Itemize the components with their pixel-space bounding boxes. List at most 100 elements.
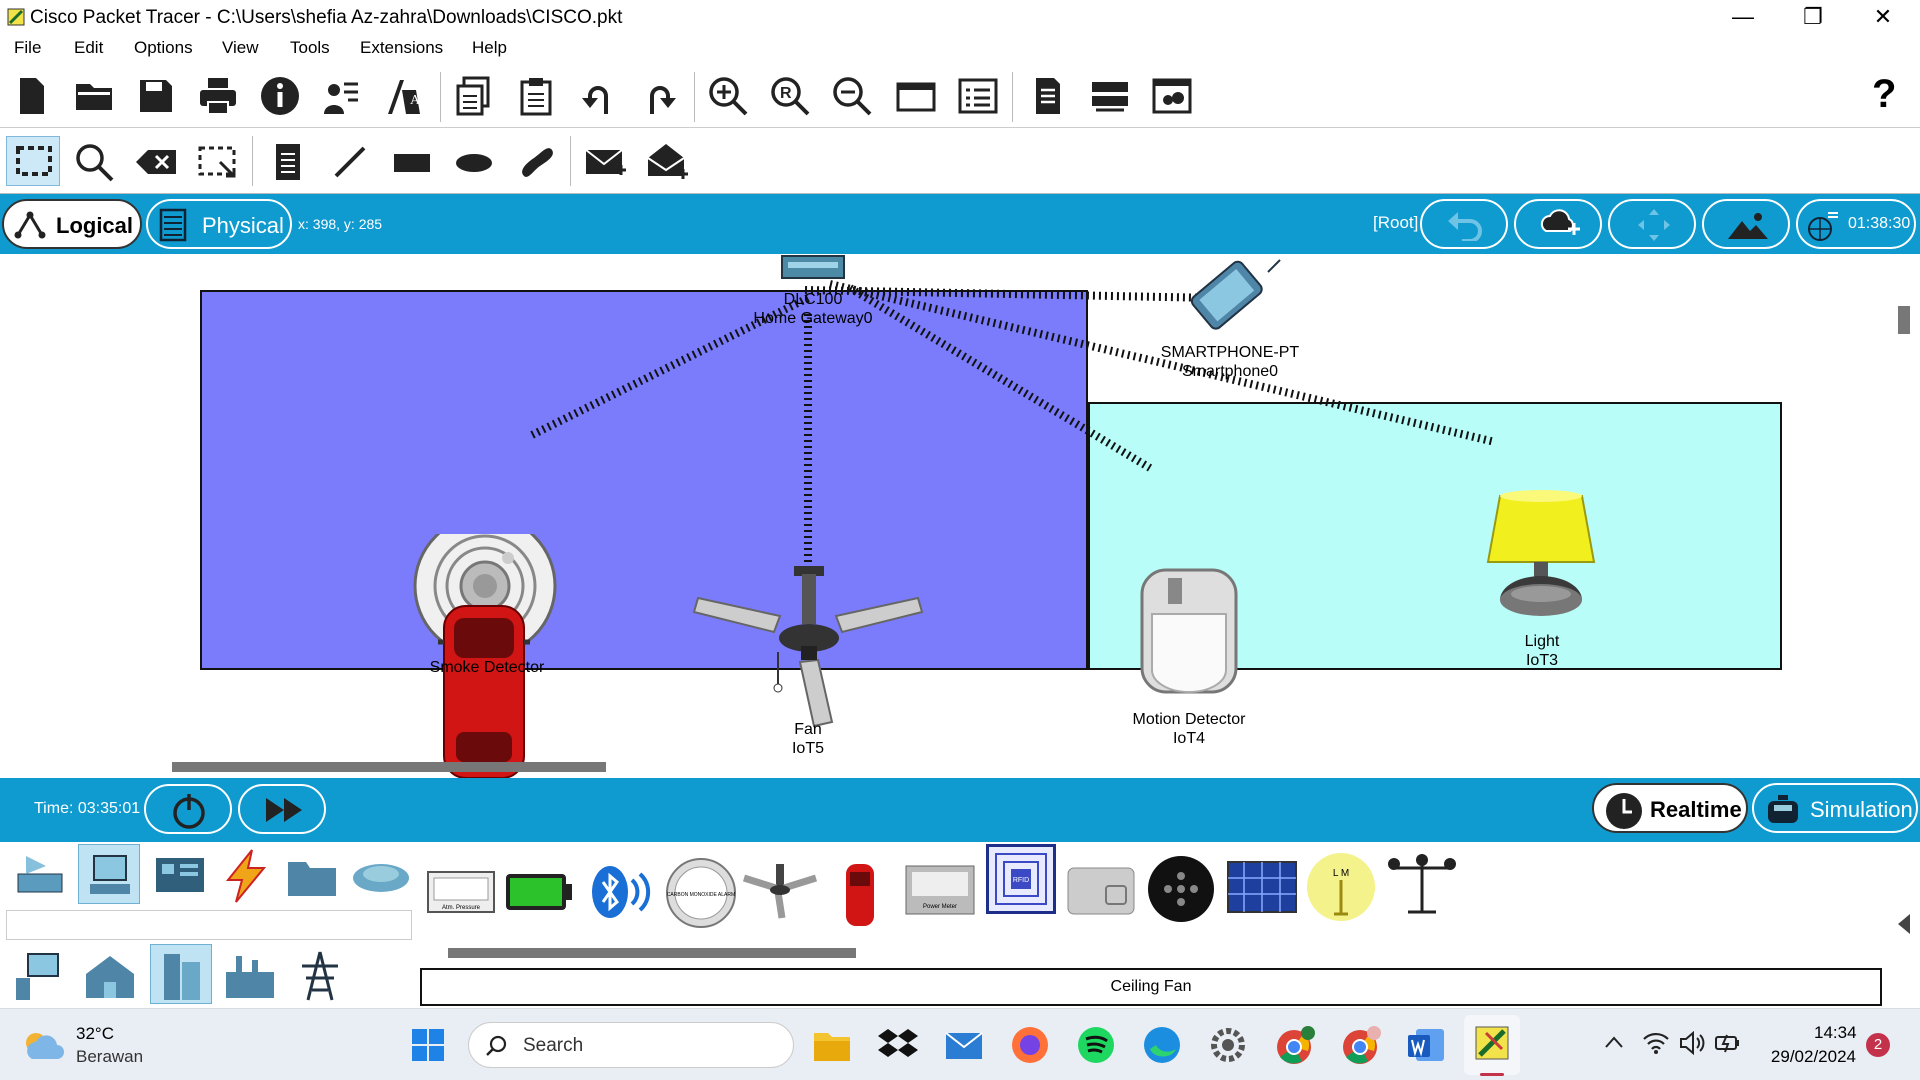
ellipse-icon[interactable] <box>452 140 496 184</box>
miscellaneous-icon[interactable] <box>284 848 340 904</box>
windows-start-icon[interactable] <box>410 1027 446 1063</box>
mail-icon[interactable] <box>944 1029 984 1061</box>
realtime-mode-tab[interactable]: Realtime <box>1592 783 1748 833</box>
taskbar-search-box[interactable]: Search <box>468 1022 794 1068</box>
air-pressure-sensor-icon[interactable]: Atm. Pressure <box>426 870 496 914</box>
restore-button[interactable]: ❐ <box>1778 0 1848 34</box>
connections-icon[interactable] <box>218 848 274 904</box>
car-device[interactable] <box>438 602 530 778</box>
motion-detector-device[interactable] <box>1138 566 1240 696</box>
view-command-log-icon[interactable] <box>1026 74 1070 118</box>
chrome-icon[interactable] <box>1274 1025 1318 1065</box>
logical-tab[interactable]: Logical <box>2 199 142 249</box>
ipc-icon[interactable] <box>1150 74 1194 118</box>
horizontal-scrollbar[interactable] <box>172 762 606 772</box>
components-icon[interactable] <box>152 848 208 904</box>
end-devices-sub-icon[interactable] <box>12 948 68 1004</box>
settings-icon[interactable] <box>1208 1025 1248 1065</box>
info-icon[interactable] <box>258 74 302 118</box>
car-icon[interactable] <box>842 860 878 930</box>
print-icon[interactable] <box>196 74 240 118</box>
simulation-mode-tab[interactable]: Simulation <box>1752 783 1918 833</box>
dropbox-icon[interactable] <box>878 1027 918 1063</box>
end-devices-icon[interactable] <box>82 848 138 904</box>
custom-device-dialog-icon[interactable] <box>956 74 1000 118</box>
category-filter-field[interactable] <box>6 910 412 940</box>
word-icon[interactable] <box>1406 1025 1446 1065</box>
packet-tracer-icon[interactable] <box>1472 1023 1512 1063</box>
rectangle-icon[interactable] <box>390 140 434 184</box>
power-meter-icon[interactable]: Power Meter <box>904 862 976 918</box>
activity-wizard-icon[interactable] <box>320 74 364 118</box>
viewport-clock[interactable]: 01:38:30 <box>1796 199 1916 249</box>
smartphone-device[interactable] <box>1170 254 1290 344</box>
bluetooth-speaker-icon[interactable] <box>588 864 654 920</box>
menu-file[interactable]: File <box>14 38 41 58</box>
help-icon[interactable]: ? <box>1872 72 1896 117</box>
solar-panel-icon[interactable] <box>1226 860 1298 916</box>
battery-icon[interactable] <box>504 868 574 916</box>
new-cluster-button[interactable] <box>1514 199 1602 249</box>
paste-icon[interactable] <box>514 74 558 118</box>
card-reader-icon[interactable] <box>1066 866 1136 916</box>
note-icon[interactable] <box>266 140 310 184</box>
smart-city-icon[interactable] <box>154 948 210 1004</box>
freeform-icon[interactable] <box>514 140 558 184</box>
speaker-icon[interactable] <box>1146 854 1216 924</box>
fast-forward-button[interactable] <box>238 784 326 834</box>
set-background-button[interactable] <box>1702 199 1790 249</box>
edge-icon[interactable] <box>1142 1025 1182 1065</box>
industrial-icon[interactable] <box>222 948 278 1004</box>
spotify-icon[interactable] <box>1076 1025 1116 1065</box>
device-list-scrollbar[interactable] <box>448 948 856 958</box>
move-object-button[interactable] <box>1608 199 1696 249</box>
menu-options[interactable]: Options <box>134 38 193 58</box>
copy-icon[interactable] <box>452 74 496 118</box>
home-gateway-device[interactable] <box>780 254 846 284</box>
ceiling-fan-device[interactable] <box>690 566 926 734</box>
weather-cloud-icon[interactable] <box>22 1029 68 1061</box>
open-folder-icon[interactable] <box>72 74 116 118</box>
back-button[interactable] <box>1420 199 1508 249</box>
line-icon[interactable] <box>328 140 372 184</box>
menu-edit[interactable]: Edit <box>74 38 103 58</box>
new-file-icon[interactable] <box>10 74 54 118</box>
undo-icon[interactable] <box>576 74 620 118</box>
zoom-reset-icon[interactable]: R <box>768 74 812 118</box>
delete-icon[interactable] <box>134 140 178 184</box>
redo-icon[interactable] <box>638 74 682 118</box>
light-monitor-icon[interactable]: L M <box>1306 852 1376 926</box>
select-icon[interactable] <box>12 140 56 184</box>
close-button[interactable]: ✕ <box>1848 0 1918 34</box>
minimize-button[interactable]: — <box>1708 0 1778 34</box>
physical-tab[interactable]: Physical <box>146 199 292 249</box>
resize-icon[interactable] <box>196 140 240 184</box>
show-hidden-icons-chevron-icon[interactable] <box>1604 1035 1624 1049</box>
menu-extensions[interactable]: Extensions <box>360 38 443 58</box>
logical-workspace[interactable]: DLC100 Home Gateway0 SMARTPHONE-PT Smartph… <box>0 254 1920 778</box>
drawing-palette-icon[interactable] <box>894 74 938 118</box>
carbon-monoxide-alarm-icon[interactable]: CARBON MONOXIDE ALARM <box>664 856 738 930</box>
collapse-arrow-icon[interactable] <box>1896 912 1912 936</box>
light-device[interactable] <box>1480 490 1602 630</box>
battery-charging-icon[interactable] <box>1714 1031 1742 1055</box>
home-icon[interactable] <box>82 948 138 1004</box>
complex-pdu-icon[interactable] <box>646 140 690 184</box>
notification-badge[interactable]: 2 <box>1866 1033 1890 1057</box>
firefox-icon[interactable] <box>1010 1025 1050 1065</box>
simple-pdu-icon[interactable] <box>584 140 628 184</box>
rfid-card-icon[interactable]: RFID <box>992 850 1050 908</box>
multiuser-icon[interactable] <box>350 848 412 904</box>
inspect-icon[interactable] <box>72 140 116 184</box>
power-cycle-button[interactable] <box>144 784 232 834</box>
cluster-icon[interactable] <box>1088 74 1132 118</box>
chrome-profile-icon[interactable] <box>1340 1025 1384 1065</box>
menu-view[interactable]: View <box>222 38 259 58</box>
file-explorer-icon[interactable] <box>812 1027 852 1063</box>
ceiling-fan-icon[interactable] <box>742 862 818 922</box>
menu-help[interactable]: Help <box>472 38 507 58</box>
weather-station-icon[interactable] <box>1386 854 1458 918</box>
volume-icon[interactable] <box>1678 1031 1706 1055</box>
zoom-in-icon[interactable] <box>706 74 750 118</box>
wifi-icon[interactable] <box>1642 1031 1670 1055</box>
